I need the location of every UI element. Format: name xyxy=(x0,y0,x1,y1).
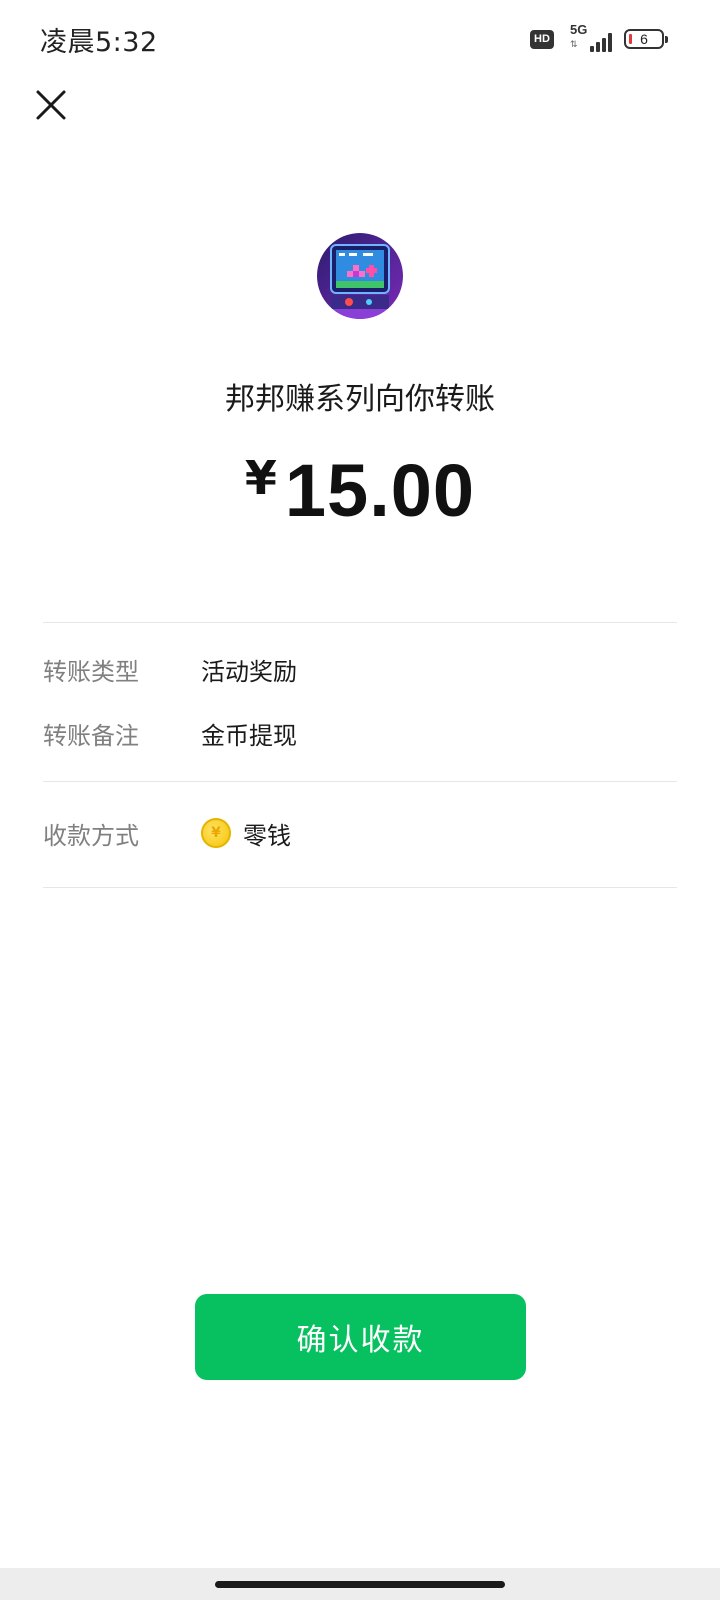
divider xyxy=(43,622,677,623)
hd-icon: HD xyxy=(530,29,554,49)
detail-row-transfer-note: 转账备注 金币提现 xyxy=(43,713,297,753)
signal-bars-icon xyxy=(590,33,612,52)
payment-method-value: ¥ 零钱 xyxy=(201,816,291,851)
confirm-receive-button[interactable]: 确认收款 xyxy=(195,1294,526,1380)
status-time: 凌晨5:32 xyxy=(40,27,158,58)
transfer-receive-screen: 凌晨5:32 HD 5G ⇅ 6 邦邦赚系列向你转账 ¥ 15.00 转账类型 … xyxy=(0,0,720,1600)
network-type-label: 5G xyxy=(570,22,588,37)
divider xyxy=(43,887,677,888)
signal-icon: 5G ⇅ xyxy=(566,22,612,54)
detail-label: 转账备注 xyxy=(43,721,139,750)
detail-value: 金币提现 xyxy=(201,721,297,750)
transfer-title: 邦邦赚系列向你转账 xyxy=(225,382,495,417)
data-arrows-icon: ⇅ xyxy=(570,40,578,50)
currency-symbol: ¥ xyxy=(244,451,277,505)
battery-level-indicator xyxy=(629,34,632,44)
transfer-amount: ¥15.00 xyxy=(0,448,720,533)
coin-yen-icon: ¥ xyxy=(201,818,231,848)
status-icons: HD 5G ⇅ 6 xyxy=(530,22,668,56)
payment-method-text: 零钱 xyxy=(243,821,291,850)
battery-icon: 6 xyxy=(624,29,668,49)
payment-method-label: 收款方式 xyxy=(43,821,139,850)
payment-method-row: 收款方式 ¥ 零钱 xyxy=(43,813,291,853)
detail-value: 活动奖励 xyxy=(201,657,297,686)
amount-value: 15.00 xyxy=(284,449,476,532)
navigation-gesture-bar xyxy=(0,1568,720,1600)
sender-avatar xyxy=(317,233,403,319)
divider xyxy=(43,781,677,782)
close-icon[interactable] xyxy=(34,88,68,122)
detail-row-transfer-type: 转账类型 活动奖励 xyxy=(43,649,297,689)
detail-label: 转账类型 xyxy=(43,657,139,686)
battery-level-text: 6 xyxy=(640,31,648,47)
home-gesture-handle[interactable] xyxy=(215,1581,505,1588)
